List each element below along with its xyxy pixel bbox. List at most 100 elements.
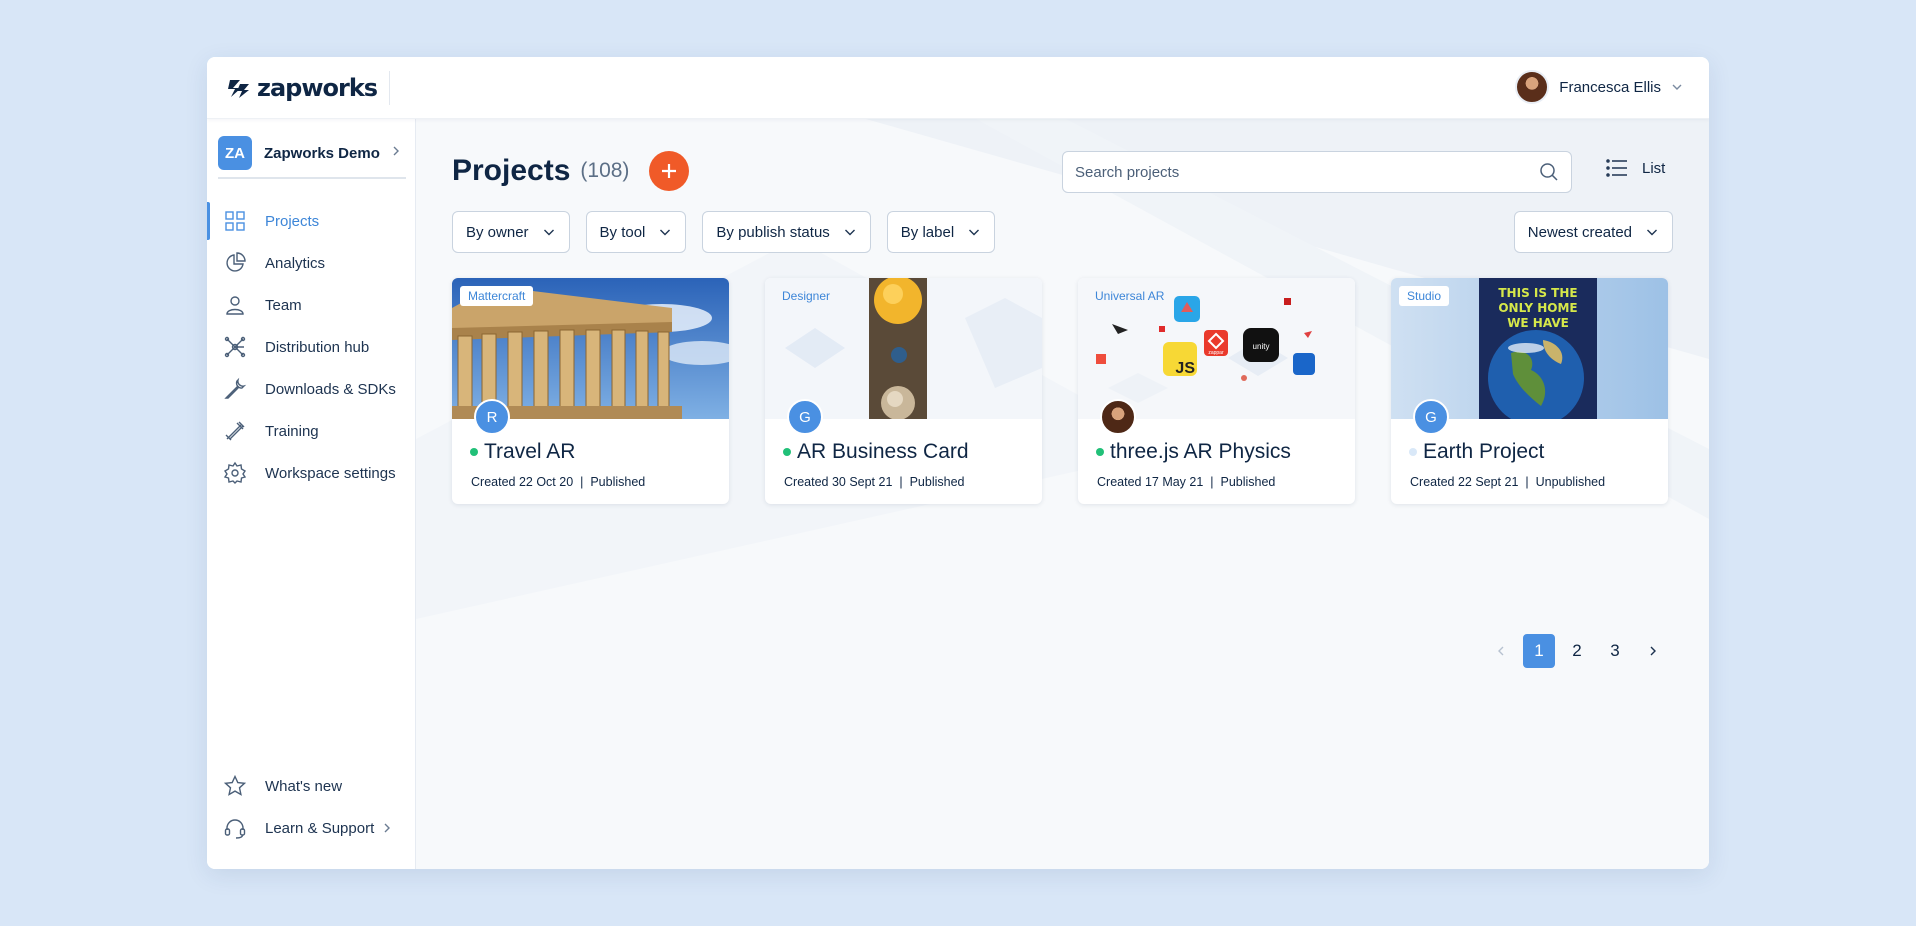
sidebar-item-downloads-sdks[interactable]: Downloads & SDKs (207, 368, 415, 410)
title-row: Projects (108) (452, 151, 690, 191)
meta-separator: | (1206, 475, 1217, 489)
user-name: Francesca Ellis (1559, 78, 1661, 96)
sidebar-item-projects[interactable]: Projects (207, 200, 415, 242)
chevron-left-icon (1498, 646, 1504, 656)
sidebar-item-training[interactable]: Training (207, 410, 415, 452)
caption-line: WE HAVE (1507, 316, 1569, 330)
sidebar-item-label: Workspace settings (265, 464, 396, 482)
pie-chart-icon (226, 252, 246, 272)
page-button-1[interactable]: 1 (1523, 634, 1555, 668)
previous-page-button[interactable] (1485, 634, 1517, 668)
publish-status: Unpublished (1535, 475, 1606, 489)
star-icon (223, 774, 247, 796)
training-icon (225, 421, 245, 441)
created-date: Created 22 Oct 20 (471, 475, 574, 489)
sidebar-item-team[interactable]: Team (207, 284, 415, 326)
caption-line: ONLY HOME (1498, 301, 1578, 315)
project-meta: Created 30 Sept 21 | Published (784, 475, 965, 489)
grid-icon (225, 211, 245, 231)
owner-avatar (1100, 399, 1136, 435)
search-input[interactable] (1075, 163, 1539, 181)
sort-label: Newest created (1527, 223, 1632, 241)
sidebar-item-distribution-hub[interactable]: Distribution hub (207, 326, 415, 368)
filter-by-publish-status[interactable]: By publish status (702, 211, 871, 253)
user-avatar (1515, 70, 1550, 104)
sort-select[interactable]: Newest created (1513, 211, 1673, 253)
chevron-down-icon (543, 229, 554, 236)
project-count: (108) (580, 159, 630, 182)
project-grid: Mattercraft R Travel AR Created 22 Oct 2… (452, 278, 1668, 504)
filter-label: By label (900, 223, 955, 241)
tool-badge: Mattercraft (460, 286, 534, 306)
next-page-button[interactable] (1637, 634, 1669, 668)
list-view-toggle[interactable]: List (1606, 159, 1665, 177)
project-card[interactable]: THIS IS THE ONLY HOME WE HAVE Studio G E… (1391, 278, 1668, 504)
workspace-name: Zapworks Demo (264, 144, 380, 162)
meta-separator: | (576, 475, 587, 489)
project-card[interactable]: Mattercraft R Travel AR Created 22 Oct 2… (452, 278, 729, 504)
app-window: zapworks Francesca Ellis ZA Zapworks Dem… (207, 57, 1709, 869)
unity-logo-text: unity (1253, 342, 1270, 351)
user-menu[interactable]: Francesca Ellis (1515, 70, 1683, 104)
zappar-logo-text: zappar (1208, 350, 1224, 356)
search-box[interactable] (1062, 151, 1572, 193)
tool-badge: Studio (1399, 286, 1450, 306)
filter-by-owner[interactable]: By owner (452, 211, 570, 253)
publish-status: Published (909, 475, 965, 489)
pagination: 1 2 3 (1485, 634, 1669, 668)
project-title-row: AR Business Card (783, 440, 969, 464)
unity-logo: unity (1253, 342, 1270, 351)
search-icon[interactable] (1539, 162, 1559, 182)
filter-label: By tool (599, 223, 646, 241)
sidebar-item-workspace-settings[interactable]: Workspace settings (207, 452, 415, 494)
caption-line: THIS IS THE (1498, 286, 1578, 300)
created-date: Created 22 Sept 21 (1410, 475, 1519, 489)
project-title-row: Earth Project (1409, 440, 1544, 464)
sidebar-item-whats-new[interactable]: What's new (207, 765, 415, 807)
sidebar-item-label: Distribution hub (265, 338, 370, 356)
list-icon (1606, 159, 1627, 177)
meta-separator: | (895, 475, 907, 489)
top-bar: zapworks Francesca Ellis (207, 57, 1709, 119)
zapworks-logo-icon (228, 80, 249, 98)
wrench-icon (224, 377, 247, 399)
filter-label: By publish status (716, 223, 830, 241)
sidebar-item-analytics[interactable]: Analytics (207, 242, 415, 284)
filter-by-tool[interactable]: By tool (585, 211, 687, 253)
logo-text: zapworks (257, 74, 378, 102)
project-card[interactable]: JS zappar unity Universal AR three.js AR… (1078, 278, 1355, 504)
meta-separator: | (1521, 475, 1533, 489)
page-title: Projects (452, 154, 571, 187)
page-button-3[interactable]: 3 (1599, 634, 1631, 668)
owner-avatar: R (474, 399, 510, 435)
filter-by-label[interactable]: By label (886, 211, 996, 253)
zapworks-logo[interactable]: zapworks (227, 71, 391, 105)
sidebar-item-label: Training (265, 422, 319, 440)
project-thumbnail: THIS IS THE ONLY HOME WE HAVE Studio (1391, 278, 1668, 419)
created-date: Created 30 Sept 21 (784, 475, 893, 489)
project-thumbnail: Mattercraft (452, 278, 729, 419)
project-thumbnail: Designer (765, 278, 1042, 419)
unpublished-status-dot (1409, 448, 1417, 456)
page-button-2[interactable]: 2 (1561, 634, 1593, 668)
chevron-down-icon (660, 229, 671, 236)
chevron-down-icon (1672, 84, 1682, 90)
project-title-row: three.js AR Physics (1096, 440, 1291, 464)
tool-badge: Designer (782, 289, 831, 303)
sidebar-item-learn-support[interactable]: Learn & Support (207, 807, 415, 849)
headset-icon (224, 819, 246, 839)
sidebar-item-label: Downloads & SDKs (265, 380, 396, 398)
sidebar: ZA Zapworks Demo Projects Analytics Team… (207, 119, 416, 869)
sidebar-item-label: Analytics (265, 254, 326, 272)
javascript-logo: JS (1175, 360, 1195, 376)
owner-avatar: G (1413, 399, 1449, 435)
chevron-right-icon (384, 823, 390, 833)
chevron-down-icon (969, 229, 980, 236)
project-card[interactable]: Designer G AR Business Card Created 30 S… (765, 278, 1042, 504)
workspace-switcher[interactable]: ZA Zapworks Demo (218, 135, 406, 179)
published-status-dot (1096, 448, 1104, 456)
thumbnail-caption: THIS IS THE ONLY HOME WE HAVE (1479, 286, 1597, 331)
project-title: AR Business Card (797, 440, 969, 463)
add-project-button[interactable] (649, 151, 690, 191)
plus-icon (662, 164, 677, 178)
